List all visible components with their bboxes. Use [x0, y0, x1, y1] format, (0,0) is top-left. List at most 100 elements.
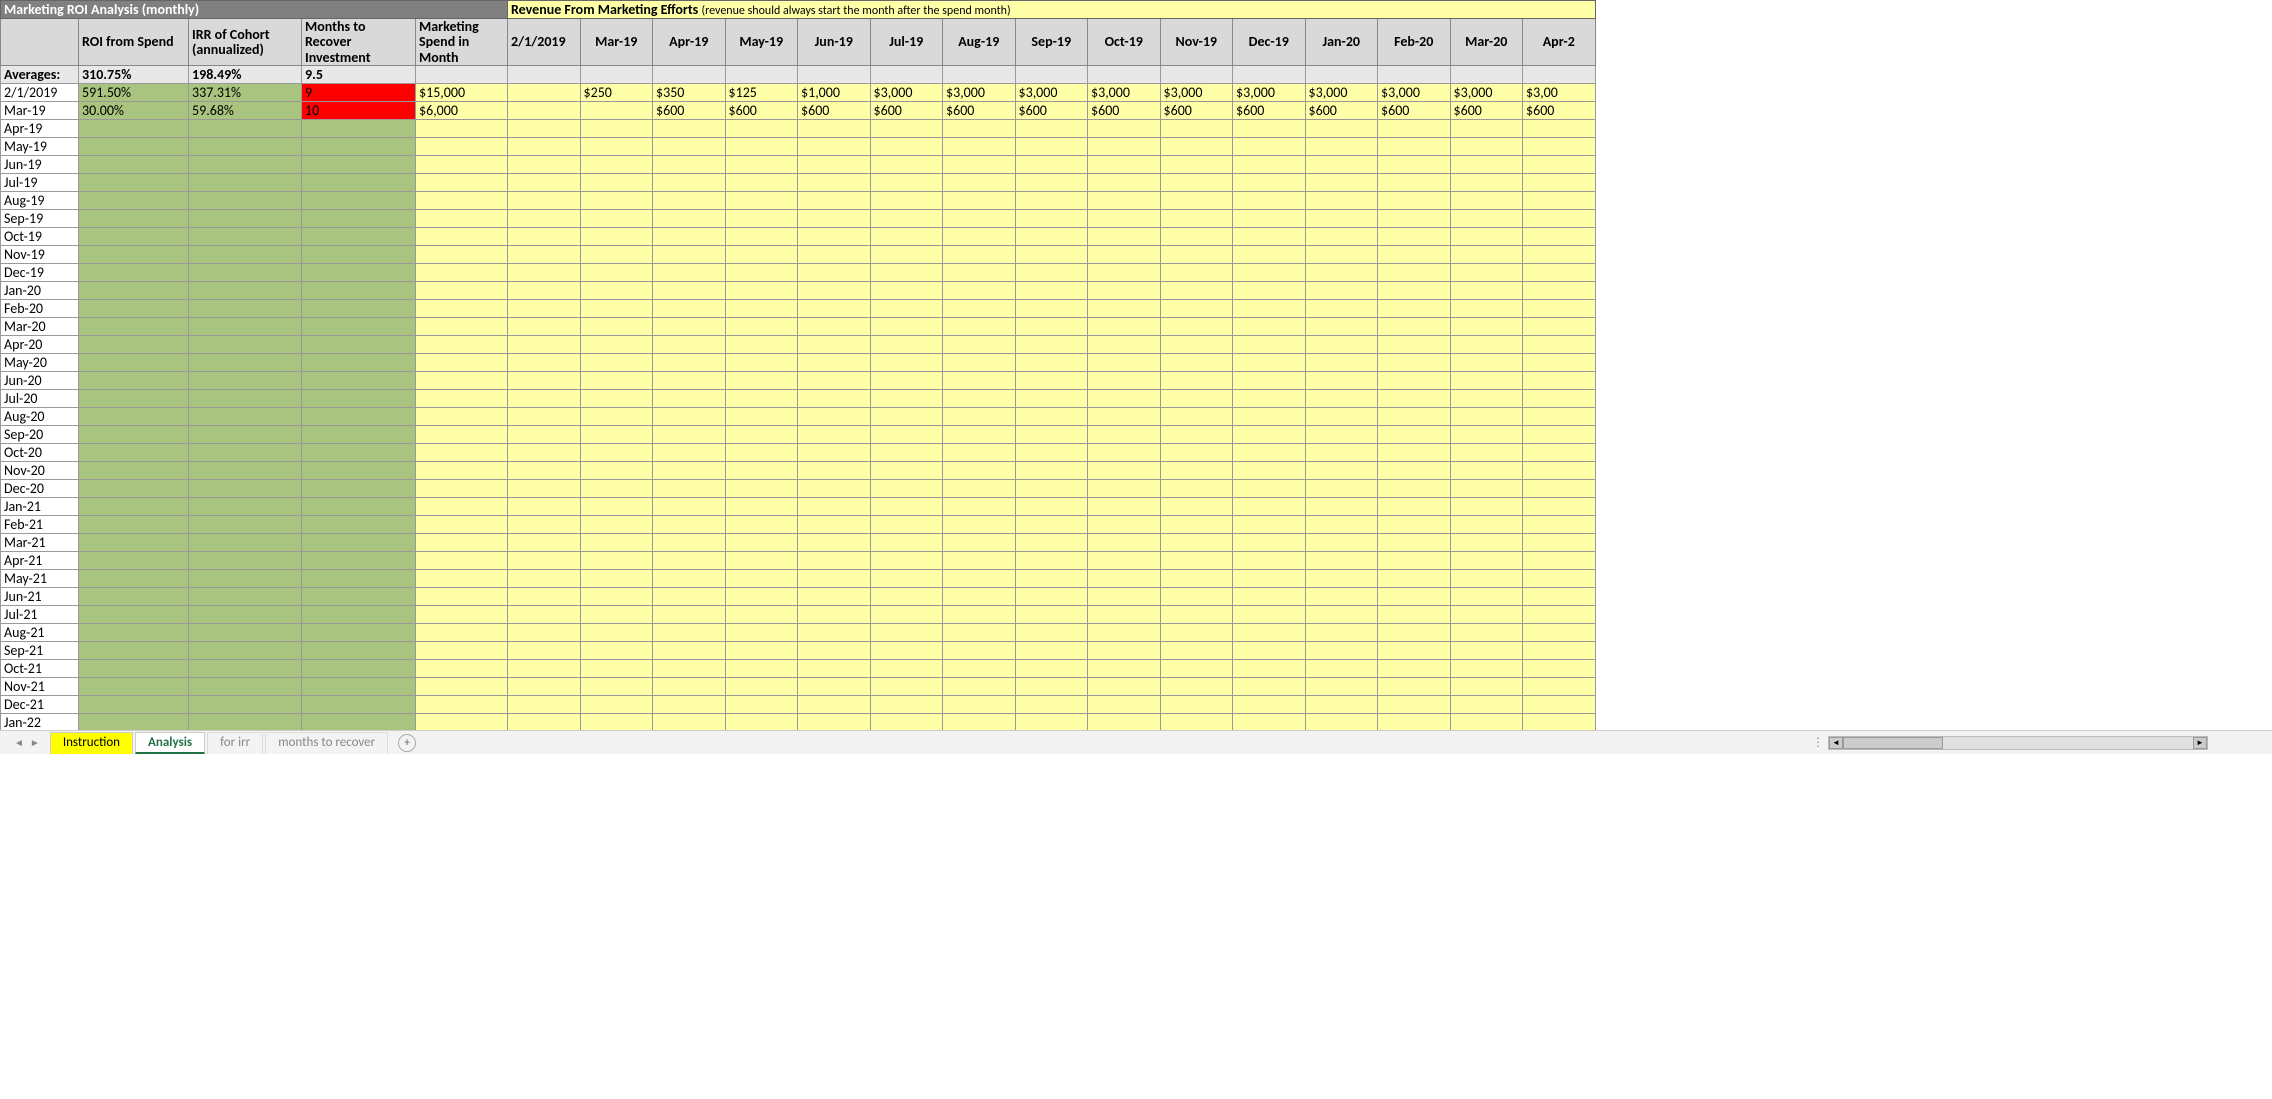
- row-spend[interactable]: [416, 606, 508, 624]
- row-date[interactable]: Dec-19: [1, 264, 79, 282]
- row-rev-cell[interactable]: [870, 462, 943, 480]
- row-rev-cell[interactable]: [653, 660, 726, 678]
- row-rev-cell[interactable]: [870, 354, 943, 372]
- row-rev-cell[interactable]: [580, 120, 653, 138]
- header-months[interactable]: Months to Recover Investment: [302, 19, 416, 66]
- row-rev-cell[interactable]: [1160, 444, 1233, 462]
- row-rev-cell[interactable]: [508, 192, 581, 210]
- row-rev-cell[interactable]: [1160, 426, 1233, 444]
- row-roi[interactable]: [79, 660, 189, 678]
- row-rev-cell[interactable]: [1015, 228, 1088, 246]
- row-rev-cell[interactable]: [508, 174, 581, 192]
- row-rev-cell[interactable]: [580, 462, 653, 480]
- row-rev-cell[interactable]: [653, 246, 726, 264]
- row-rev-cell[interactable]: [508, 102, 581, 120]
- row-rev-cell[interactable]: [1305, 264, 1378, 282]
- add-sheet-button[interactable]: +: [398, 734, 416, 752]
- row-rev-cell[interactable]: [1378, 714, 1451, 730]
- row-spend[interactable]: [416, 264, 508, 282]
- row-rev-cell[interactable]: [943, 588, 1016, 606]
- row-months[interactable]: [302, 480, 416, 498]
- averages-rev-8[interactable]: [1088, 66, 1161, 84]
- row-roi[interactable]: [79, 552, 189, 570]
- row-rev-cell[interactable]: [1233, 696, 1306, 714]
- row-rev-cell[interactable]: [1160, 282, 1233, 300]
- row-spend[interactable]: [416, 462, 508, 480]
- row-months[interactable]: [302, 696, 416, 714]
- row-rev-cell[interactable]: [1160, 588, 1233, 606]
- row-rev-cell[interactable]: $600: [653, 102, 726, 120]
- row-rev-cell[interactable]: [1160, 498, 1233, 516]
- row-roi[interactable]: [79, 462, 189, 480]
- row-months[interactable]: [302, 246, 416, 264]
- row-months[interactable]: [302, 282, 416, 300]
- row-rev-cell[interactable]: [508, 318, 581, 336]
- row-rev-cell[interactable]: [725, 210, 798, 228]
- row-rev-cell[interactable]: [1160, 372, 1233, 390]
- row-rev-cell[interactable]: [943, 156, 1016, 174]
- row-spend[interactable]: [416, 552, 508, 570]
- row-rev-cell[interactable]: [1450, 444, 1523, 462]
- row-rev-cell[interactable]: [1378, 192, 1451, 210]
- row-rev-cell[interactable]: [1378, 498, 1451, 516]
- row-rev-cell[interactable]: [725, 624, 798, 642]
- row-spend[interactable]: [416, 588, 508, 606]
- row-rev-cell[interactable]: [1088, 696, 1161, 714]
- row-rev-cell[interactable]: [508, 678, 581, 696]
- scroll-left-button[interactable]: ◄: [1829, 737, 1843, 749]
- tab-split-handle[interactable]: ⋮: [1808, 735, 1828, 750]
- row-rev-cell[interactable]: $3,000: [1378, 84, 1451, 102]
- row-rev-cell[interactable]: [1305, 426, 1378, 444]
- row-rev-cell[interactable]: [943, 498, 1016, 516]
- row-rev-cell[interactable]: [508, 660, 581, 678]
- row-rev-cell[interactable]: [1088, 264, 1161, 282]
- averages-label[interactable]: Averages:: [1, 66, 79, 84]
- averages-rev-3[interactable]: [725, 66, 798, 84]
- row-rev-cell[interactable]: [1015, 462, 1088, 480]
- row-rev-cell[interactable]: [580, 210, 653, 228]
- row-rev-cell[interactable]: [1378, 444, 1451, 462]
- row-rev-cell[interactable]: [1015, 444, 1088, 462]
- row-spend[interactable]: [416, 480, 508, 498]
- row-rev-cell[interactable]: $600: [1305, 102, 1378, 120]
- row-rev-cell[interactable]: [1088, 246, 1161, 264]
- header-rev-10[interactable]: Dec-19: [1233, 19, 1306, 66]
- row-rev-cell[interactable]: [870, 192, 943, 210]
- row-rev-cell[interactable]: [580, 264, 653, 282]
- row-irr[interactable]: [189, 372, 302, 390]
- row-rev-cell[interactable]: [1450, 192, 1523, 210]
- row-rev-cell[interactable]: [1233, 714, 1306, 730]
- row-rev-cell[interactable]: [725, 480, 798, 498]
- row-irr[interactable]: [189, 678, 302, 696]
- row-rev-cell[interactable]: [725, 444, 798, 462]
- averages-rev-10[interactable]: [1233, 66, 1306, 84]
- row-rev-cell[interactable]: [1015, 516, 1088, 534]
- row-date[interactable]: Sep-21: [1, 642, 79, 660]
- row-date[interactable]: May-20: [1, 354, 79, 372]
- row-rev-cell[interactable]: [725, 660, 798, 678]
- row-date[interactable]: Mar-21: [1, 534, 79, 552]
- row-rev-cell[interactable]: $3,000: [1015, 84, 1088, 102]
- row-irr[interactable]: [189, 282, 302, 300]
- row-irr[interactable]: [189, 642, 302, 660]
- row-roi[interactable]: [79, 174, 189, 192]
- row-rev-cell[interactable]: [725, 336, 798, 354]
- row-roi[interactable]: [79, 516, 189, 534]
- row-rev-cell[interactable]: [870, 246, 943, 264]
- row-date[interactable]: Sep-19: [1, 210, 79, 228]
- row-rev-cell[interactable]: [653, 462, 726, 480]
- row-rev-cell[interactable]: [943, 570, 1016, 588]
- row-roi[interactable]: [79, 300, 189, 318]
- row-rev-cell[interactable]: [580, 300, 653, 318]
- row-rev-cell[interactable]: [798, 282, 871, 300]
- row-rev-cell[interactable]: [580, 606, 653, 624]
- row-roi[interactable]: [79, 228, 189, 246]
- row-rev-cell[interactable]: [508, 714, 581, 730]
- averages-rev-2[interactable]: [653, 66, 726, 84]
- row-rev-cell[interactable]: [870, 714, 943, 730]
- row-spend[interactable]: [416, 354, 508, 372]
- row-rev-cell[interactable]: [653, 570, 726, 588]
- row-rev-cell[interactable]: [653, 678, 726, 696]
- row-rev-cell[interactable]: [1088, 678, 1161, 696]
- row-rev-cell[interactable]: [653, 174, 726, 192]
